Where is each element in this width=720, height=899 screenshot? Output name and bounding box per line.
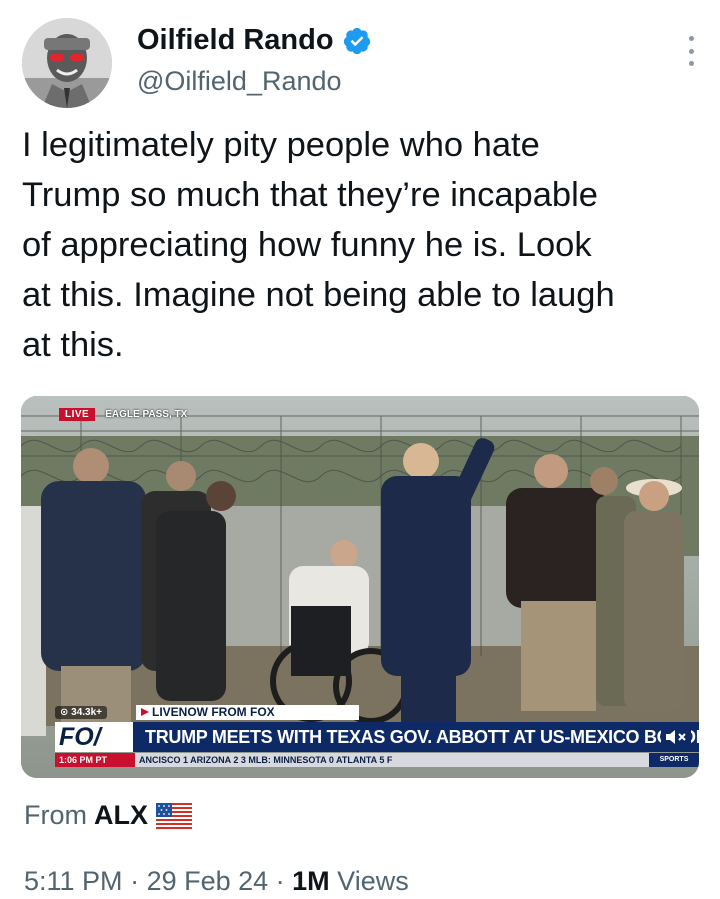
- tweet-text: I legitimately pity people who hate Trum…: [22, 126, 615, 364]
- tweet-date[interactable]: 29 Feb 24: [147, 866, 269, 896]
- more-dot: [688, 61, 694, 66]
- ticker-text: ANCISCO 1 ARIZONA 2 3 MLB: MINNESOTA 0 A…: [139, 755, 393, 765]
- author-avatar[interactable]: [22, 18, 112, 108]
- ticker-time: 1:06 PM PT: [55, 753, 135, 767]
- news-ticker: 1:06 PM PT ANCISCO 1 ARIZONA 2 3 MLB: MI…: [55, 753, 699, 767]
- live-label: LIVE: [59, 408, 96, 421]
- source-row: From ALX: [24, 800, 192, 831]
- source-name: ALX: [94, 800, 148, 830]
- more-dot: [688, 48, 694, 54]
- meta-separator: ·: [268, 866, 293, 896]
- livenow-banner: LIVENOW FROM FOX: [136, 705, 359, 720]
- tweet-meta: 5:11 PM · 29 Feb 24 · 1M Views: [24, 866, 409, 897]
- verified-badge-icon: [343, 27, 370, 54]
- us-flag-icon: [156, 802, 192, 829]
- sports-tag: SPORTS: [649, 753, 699, 767]
- views-label: Views: [329, 866, 409, 896]
- location-label: EAGLE PASS, TX: [105, 409, 188, 420]
- tweet-time[interactable]: 5:11 PM: [24, 866, 123, 896]
- avatar-photo: [22, 18, 112, 108]
- author-display-name[interactable]: Oilfield Rando: [137, 24, 334, 57]
- tweet-video[interactable]: LIVE EAGLE PASS, TX ⊙ 34.3k+ LIVENOW FRO…: [21, 396, 699, 778]
- author-handle[interactable]: @Oilfield_Rando: [137, 66, 342, 97]
- views-count: 1M: [292, 866, 330, 896]
- more-options-icon[interactable]: [686, 36, 696, 66]
- live-bug: LIVE EAGLE PASS, TX: [59, 408, 187, 421]
- more-dot: [688, 36, 694, 41]
- fox-logo: FO/: [55, 722, 133, 752]
- author-name-row[interactable]: Oilfield Rando: [137, 24, 372, 57]
- headline-bar: TRUMP MEETS WITH TEXAS GOV. ABBOTT AT US…: [133, 722, 699, 752]
- source-prefix: From: [24, 800, 87, 830]
- video-views-badge: ⊙ 34.3k+: [55, 706, 108, 719]
- mute-icon[interactable]: [661, 726, 691, 748]
- meta-separator: ·: [122, 866, 147, 896]
- news-lower-third: ⊙ 34.3k+ LIVENOW FROM FOX FO/ TRUMP MEET…: [21, 702, 699, 778]
